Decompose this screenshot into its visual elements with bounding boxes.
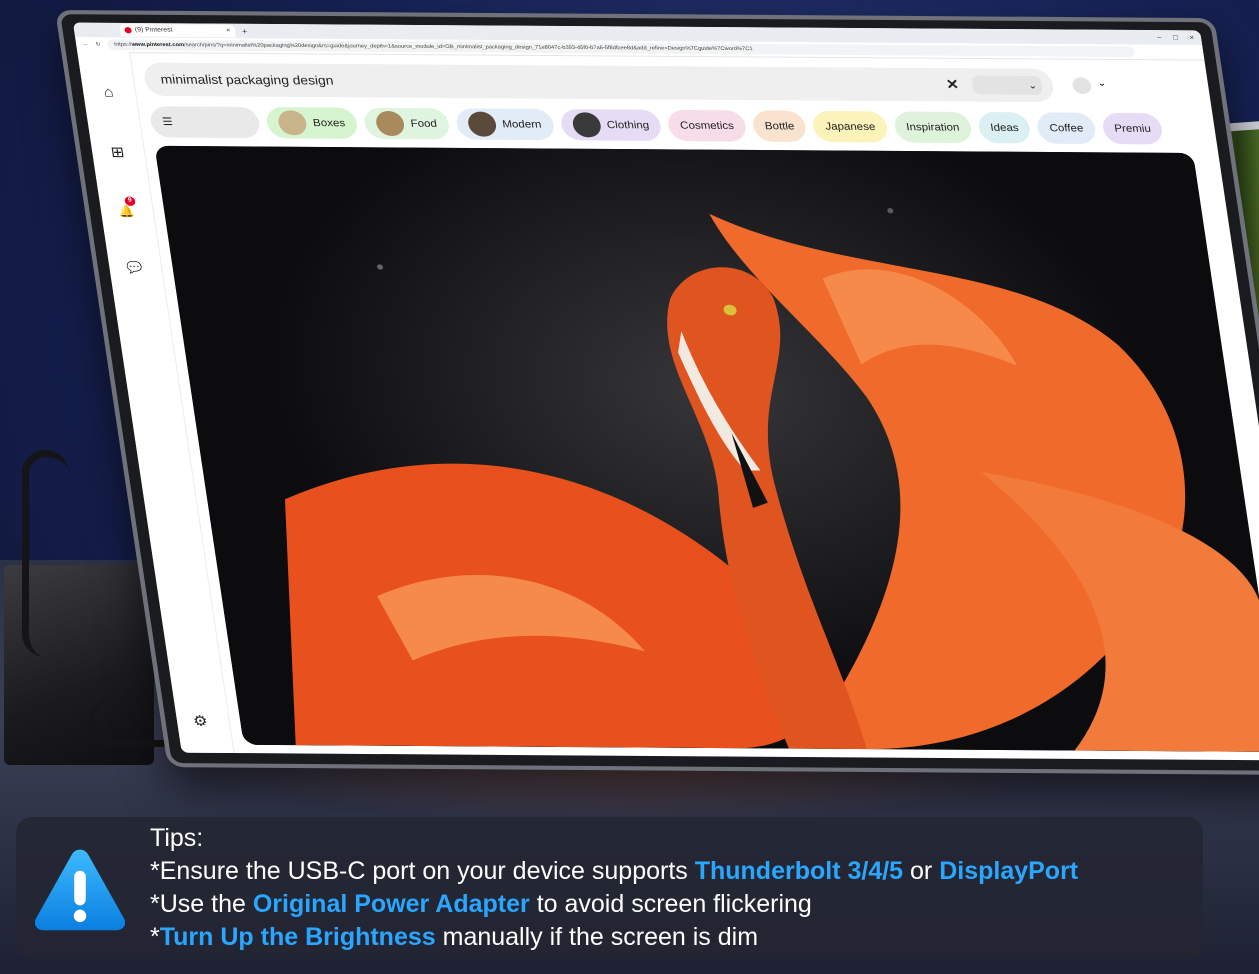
search-query: minimalist packaging design bbox=[159, 72, 335, 88]
chip-modern[interactable]: Modern bbox=[454, 108, 556, 141]
messages-icon[interactable]: 💬 bbox=[124, 260, 145, 277]
chip-label: Japanese bbox=[824, 120, 877, 133]
close-tab-icon[interactable]: × bbox=[226, 28, 231, 34]
maximize-button[interactable]: □ bbox=[1173, 34, 1179, 41]
tip-line-3: *Turn Up the Brightness manually if the … bbox=[150, 921, 1078, 954]
tip-text: * bbox=[150, 923, 160, 951]
notification-badge: 9 bbox=[124, 196, 136, 206]
warning-icon bbox=[34, 849, 126, 931]
chip-food[interactable]: Food bbox=[362, 107, 451, 140]
chip-label: Bottle bbox=[764, 120, 796, 133]
chip-label: Ideas bbox=[989, 121, 1020, 134]
window-controls: – □ × bbox=[1157, 34, 1195, 42]
pin-image-flamingo[interactable] bbox=[154, 145, 1259, 753]
account-chevron-icon[interactable]: ⌄ bbox=[1097, 78, 1107, 90]
chip-label: Cosmetics bbox=[679, 119, 735, 132]
chip-label: Coffee bbox=[1048, 122, 1085, 135]
browser-tab[interactable]: (9) Pinterest × bbox=[119, 23, 236, 38]
chip-bottle[interactable]: Bottle bbox=[751, 110, 809, 142]
create-icon[interactable]: ⊞ bbox=[107, 143, 128, 160]
monitor-screen: (9) Pinterest × + – □ × ← ↻ https://www.… bbox=[72, 22, 1259, 761]
filter-chip[interactable]: ☰ bbox=[148, 106, 262, 139]
tips-heading: Tips: bbox=[150, 824, 204, 852]
tip-highlight: Thunderbolt 3/4/5 bbox=[694, 857, 904, 885]
tab-title: (9) Pinterest bbox=[134, 27, 174, 34]
chip-japanese[interactable]: Japanese bbox=[811, 110, 890, 143]
search-bar[interactable]: minimalist packaging design ✕ ⌄ bbox=[142, 62, 1056, 103]
chip-premium[interactable]: Premiu bbox=[1100, 112, 1165, 145]
refine-chips: ☰ Boxes Food Modern Clothing Cosmetics B… bbox=[148, 106, 1165, 145]
tip-highlight: Original Power Adapter bbox=[252, 890, 530, 918]
monitor-bezel: (9) Pinterest × + – □ × ← ↻ https://www.… bbox=[55, 10, 1259, 776]
chip-thumbnail bbox=[374, 110, 406, 137]
settings-icon[interactable]: ⚙ bbox=[192, 712, 209, 730]
tips-text: Tips: *Ensure the USB-C port on your dev… bbox=[150, 822, 1078, 954]
chip-ideas[interactable]: Ideas bbox=[976, 111, 1033, 144]
chip-cosmetics[interactable]: Cosmetics bbox=[666, 109, 748, 142]
chip-label: Premiu bbox=[1113, 122, 1152, 135]
url-prefix: https:// bbox=[113, 41, 133, 48]
tip-line-1: *Ensure the USB-C port on your device su… bbox=[150, 855, 1078, 888]
home-icon[interactable]: ⌂ bbox=[98, 83, 119, 100]
chip-label: Food bbox=[409, 117, 438, 130]
tip-text: or bbox=[903, 857, 940, 885]
sliders-icon: ☰ bbox=[161, 116, 174, 128]
portable-monitor: (9) Pinterest × + – □ × ← ↻ https://www.… bbox=[55, 10, 1259, 800]
chip-boxes[interactable]: Boxes bbox=[264, 107, 359, 139]
chip-label: Clothing bbox=[606, 119, 650, 132]
reload-icon[interactable]: ↻ bbox=[95, 41, 101, 47]
chip-thumbnail bbox=[466, 111, 498, 137]
tip-text: manually if the screen is dim bbox=[435, 923, 759, 951]
close-window-button[interactable]: × bbox=[1189, 34, 1195, 41]
chip-clothing[interactable]: Clothing bbox=[558, 109, 663, 141]
bell-icon: 🔔 bbox=[117, 205, 136, 219]
chip-label: Inspiration bbox=[905, 121, 961, 134]
chip-label: Boxes bbox=[312, 117, 346, 129]
chip-inspiration[interactable]: Inspiration bbox=[892, 111, 974, 144]
tip-line-2: *Use the Original Power Adapter to avoid… bbox=[150, 888, 1078, 921]
tip-highlight: Turn Up the Brightness bbox=[159, 923, 436, 951]
chip-coffee[interactable]: Coffee bbox=[1035, 112, 1098, 144]
minimize-button[interactable]: – bbox=[1157, 34, 1163, 41]
tip-text: *Use the bbox=[150, 890, 253, 918]
avatar[interactable] bbox=[1071, 77, 1093, 95]
chip-thumbnail bbox=[570, 112, 602, 138]
tip-text: to avoid screen flickering bbox=[529, 890, 812, 918]
pinterest-logo-icon bbox=[124, 27, 133, 34]
clear-search-icon[interactable]: ✕ bbox=[945, 76, 960, 93]
chip-thumbnail bbox=[276, 110, 309, 136]
url-path: /search/pins/?q=minimalist%20packaging%2… bbox=[183, 42, 754, 53]
flamingo-illustration bbox=[284, 213, 1259, 753]
chip-label: Modern bbox=[501, 118, 543, 131]
back-icon[interactable]: ← bbox=[83, 41, 90, 47]
notifications-icon[interactable]: 🔔 9 bbox=[116, 196, 137, 219]
search-scope-dropdown[interactable]: ⌄ bbox=[971, 75, 1043, 95]
new-tab-button[interactable]: + bbox=[241, 26, 248, 35]
tip-text: *Ensure the USB-C port on your device su… bbox=[150, 857, 695, 885]
tip-highlight: DisplayPort bbox=[939, 857, 1079, 885]
url-domain: www.pinterest.com bbox=[131, 41, 185, 49]
